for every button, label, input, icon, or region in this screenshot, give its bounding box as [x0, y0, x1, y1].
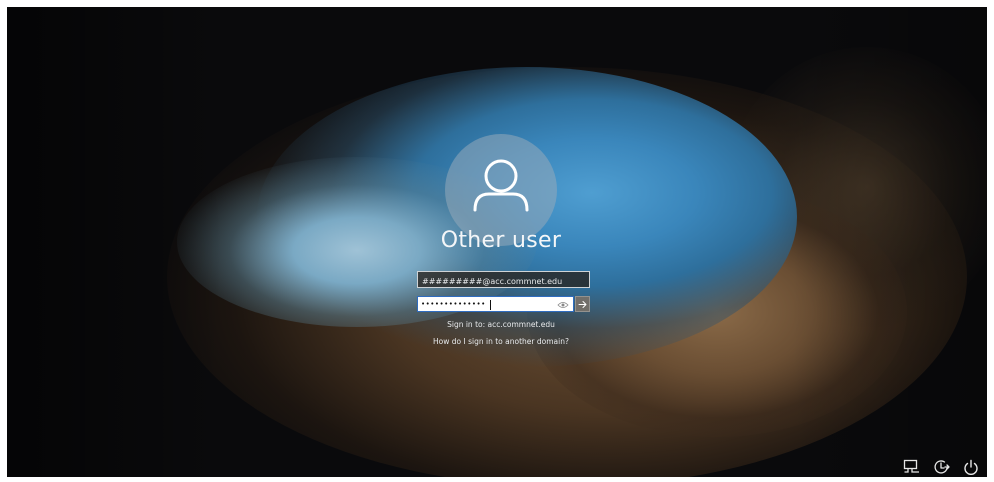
- arrow-right-icon: [578, 301, 587, 308]
- password-field[interactable]: ••••••••••••••: [417, 296, 574, 312]
- lock-screen: Other user •••••••••••••• Sign in to: ac…: [7, 7, 987, 477]
- text-caret: [490, 300, 491, 310]
- accessibility-icon: [934, 460, 950, 474]
- password-dots: ••••••••••••••: [421, 300, 486, 308]
- accessibility-button[interactable]: [933, 459, 951, 475]
- eye-icon: [557, 302, 569, 308]
- network-icon: [903, 459, 919, 473]
- other-domain-help-link[interactable]: How do I sign in to another domain?: [381, 337, 621, 346]
- username-field[interactable]: [417, 271, 590, 288]
- submit-button[interactable]: [575, 296, 590, 312]
- reveal-password-button[interactable]: [557, 300, 569, 310]
- sign-in-domain-text: Sign in to: acc.commnet.edu: [447, 320, 555, 329]
- power-icon: [964, 459, 978, 475]
- network-button[interactable]: [903, 459, 921, 475]
- user-name: Other user: [440, 228, 562, 253]
- password-group: ••••••••••••••: [417, 296, 590, 312]
- power-button[interactable]: [962, 459, 980, 475]
